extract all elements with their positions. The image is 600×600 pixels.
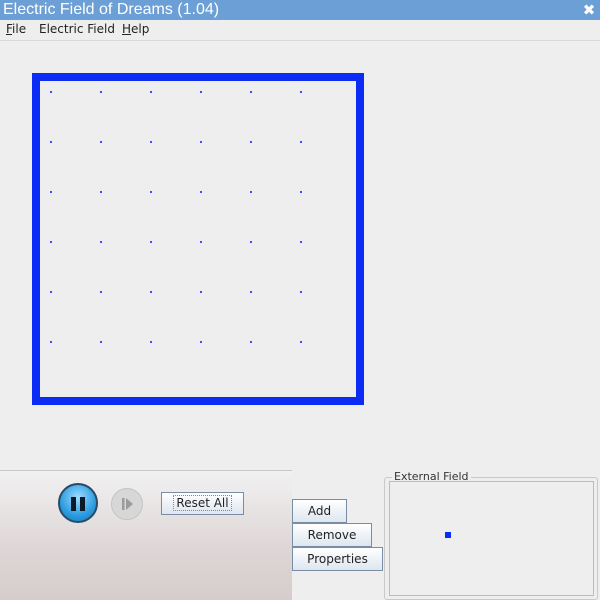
field-sample-dot (300, 191, 302, 193)
external-field-pad[interactable] (389, 481, 594, 596)
field-sample-dot (50, 141, 52, 143)
field-sample-dot (200, 141, 202, 143)
field-sample-dot (150, 141, 152, 143)
external-field-handle[interactable] (445, 532, 451, 538)
properties-button[interactable]: Properties (292, 547, 383, 571)
field-sample-dot (200, 191, 202, 193)
pause-icon-bar (80, 497, 85, 511)
step-icon (122, 498, 133, 510)
field-sample-dot (250, 341, 252, 343)
field-sample-dot (300, 341, 302, 343)
menu-help[interactable]: Help (122, 20, 149, 38)
field-sample-dot (250, 91, 252, 93)
field-sample-dot (150, 91, 152, 93)
charge-container-box[interactable] (32, 73, 364, 405)
field-sample-dot (50, 191, 52, 193)
field-sample-dot (150, 191, 152, 193)
field-sample-dot (100, 241, 102, 243)
field-sample-dot (250, 241, 252, 243)
title-bar: Electric Field of Dreams (1.04) ✖ (0, 0, 600, 20)
field-sample-dot (300, 141, 302, 143)
field-sample-dot (100, 291, 102, 293)
menu-electric-field-label: Electric Field (39, 22, 115, 36)
field-sample-dot (150, 291, 152, 293)
field-sample-dot (50, 91, 52, 93)
field-sample-dot (300, 291, 302, 293)
menu-help-mnemonic: H (122, 22, 132, 36)
field-sample-dot (100, 341, 102, 343)
control-panel (0, 470, 292, 600)
close-icon[interactable]: ✖ (582, 0, 596, 20)
field-sample-dot (50, 291, 52, 293)
field-sample-dot (250, 141, 252, 143)
menu-file-label: ile (12, 22, 27, 36)
field-sample-dot (200, 291, 202, 293)
menu-electric-field[interactable]: Electric Field (39, 20, 115, 38)
field-sample-dot (50, 241, 52, 243)
field-sample-dot (100, 191, 102, 193)
menu-help-label: elp (131, 22, 150, 36)
reset-all-label: Reset All (173, 495, 232, 511)
field-sample-dot (300, 241, 302, 243)
menu-bar: File Electric Field Help (0, 20, 600, 41)
field-sample-dot (100, 91, 102, 93)
pause-icon (71, 497, 76, 511)
field-sample-grid (50, 91, 302, 343)
step-button[interactable] (111, 488, 143, 520)
add-button[interactable]: Add (292, 499, 347, 523)
field-sample-dot (150, 241, 152, 243)
window-title: Electric Field of Dreams (1.04) (3, 1, 220, 18)
field-sample-dot (100, 141, 102, 143)
reset-all-button[interactable]: Reset All (161, 492, 244, 515)
field-sample-dot (200, 241, 202, 243)
app-window: Electric Field of Dreams (1.04) ✖ File E… (0, 0, 600, 600)
field-sample-dot (200, 341, 202, 343)
remove-button[interactable]: Remove (292, 523, 372, 547)
field-sample-dot (200, 91, 202, 93)
field-sample-dot (250, 291, 252, 293)
field-sample-dot (300, 91, 302, 93)
pause-button[interactable] (58, 483, 98, 523)
field-sample-dot (250, 191, 252, 193)
menu-file[interactable]: File (6, 20, 26, 38)
field-sample-dot (50, 341, 52, 343)
field-sample-dot (150, 341, 152, 343)
